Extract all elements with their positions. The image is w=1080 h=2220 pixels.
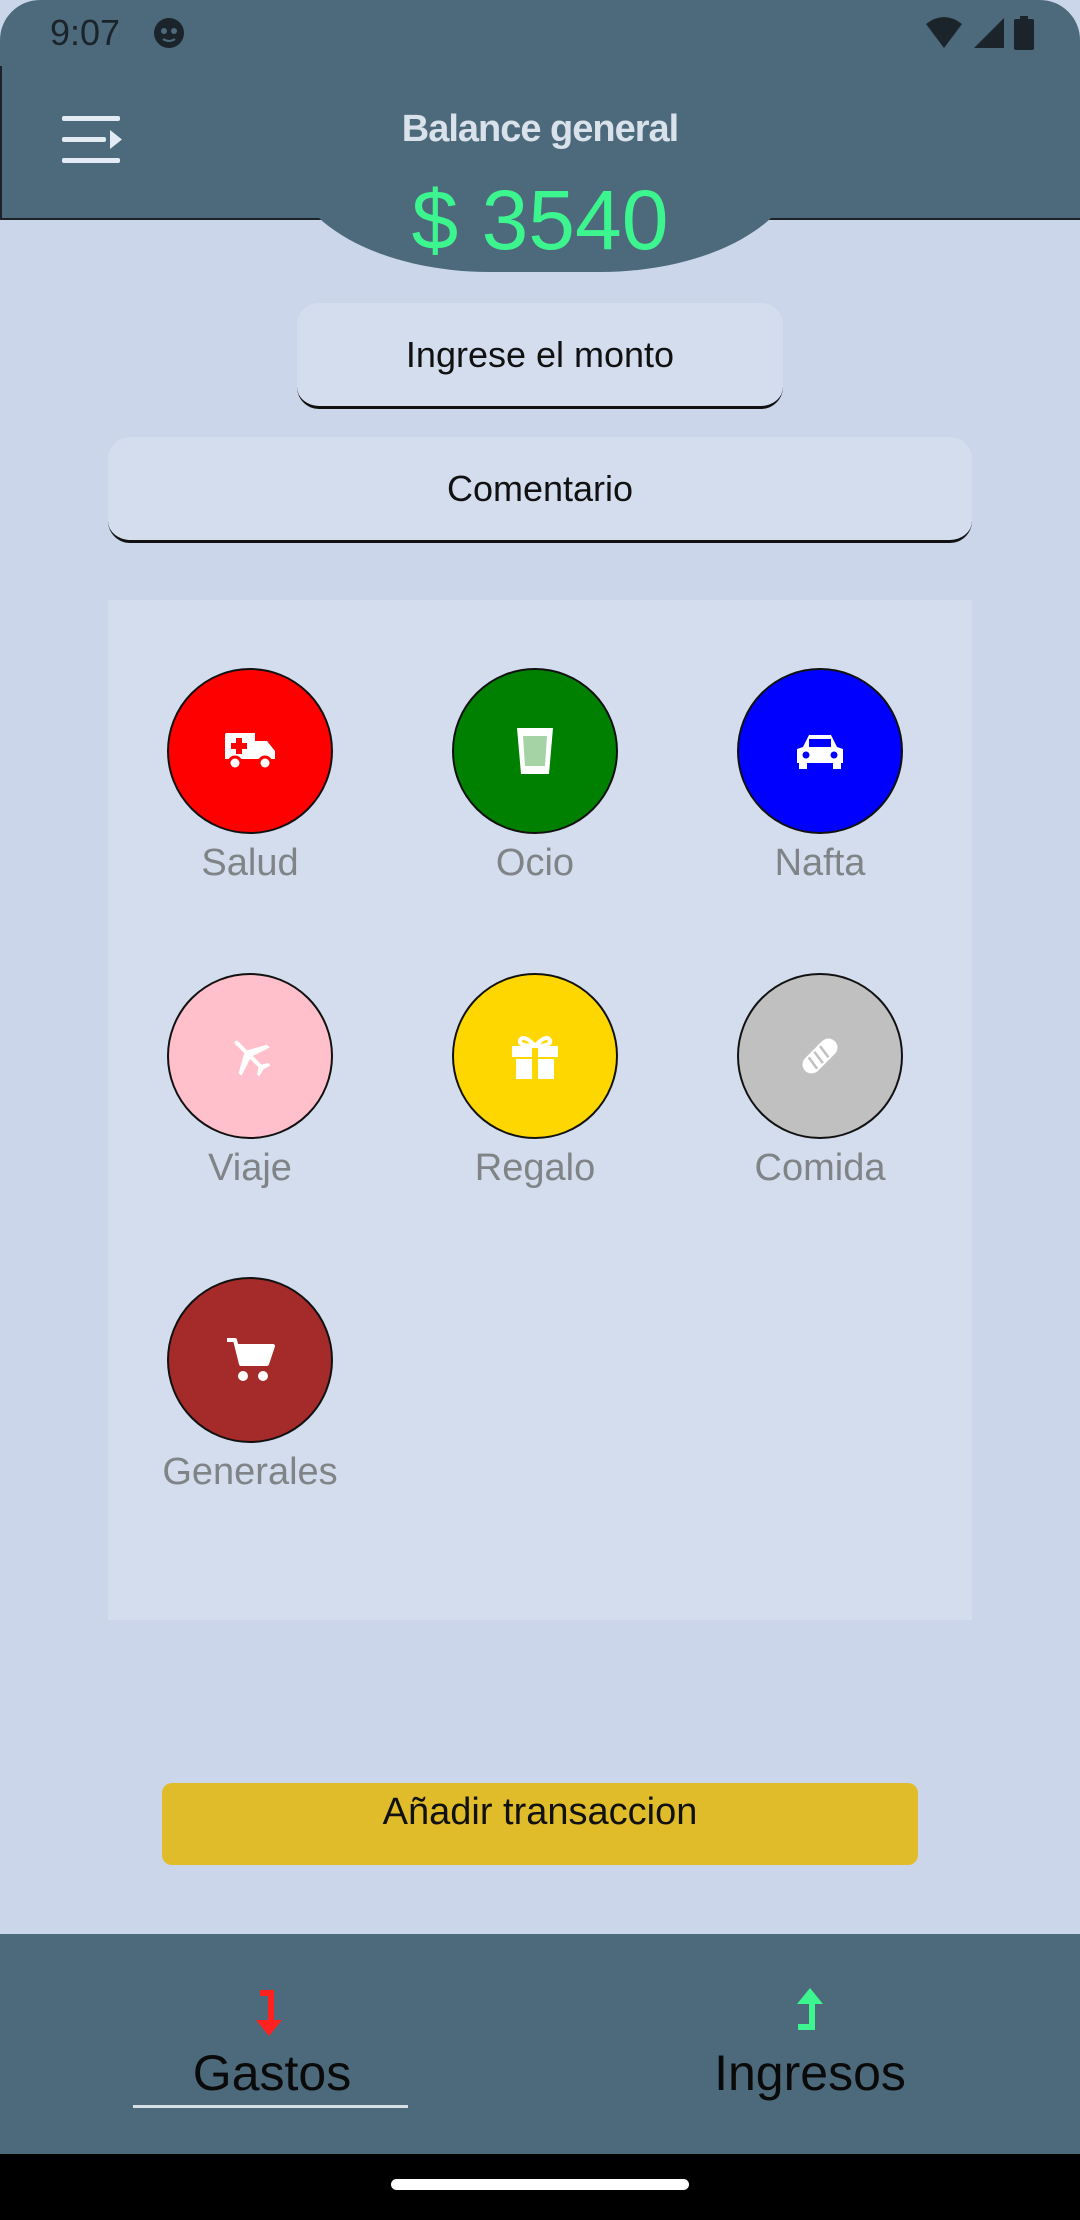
status-icons — [924, 16, 1034, 50]
comment-input[interactable]: Comentario — [108, 437, 972, 543]
car-icon — [797, 735, 843, 769]
tab-ingresos[interactable]: Ingresos — [660, 1934, 960, 2154]
category-label: Comida — [754, 1147, 886, 1189]
category-label: Nafta — [774, 842, 866, 884]
arrow-up-icon — [797, 1988, 823, 2030]
wifi-icon — [926, 17, 962, 48]
category-circle[interactable] — [452, 668, 618, 834]
add-transaction-button[interactable]: Añadir transaccion — [162, 1783, 918, 1865]
status-bar: 9:07 — [0, 0, 1080, 66]
category-circle[interactable] — [737, 668, 903, 834]
category-label: Salud — [201, 842, 299, 884]
category-label: Generales — [162, 1451, 338, 1493]
category-label: Regalo — [474, 1147, 596, 1189]
home-gesture-bar[interactable] — [391, 2179, 689, 2190]
amount-placeholder: Ingrese el monto — [405, 333, 675, 375]
ambulance-icon — [225, 733, 275, 771]
bottom-nav: Gastos Ingresos — [0, 1934, 1080, 2154]
category-label: Viaje — [208, 1147, 292, 1189]
tab-gastos[interactable]: Gastos — [122, 1934, 422, 2154]
battery-icon — [1014, 16, 1034, 50]
category-comida[interactable]: Comida — [720, 973, 920, 1190]
status-time: 9:07 — [50, 12, 121, 53]
category-circle[interactable] — [452, 973, 618, 1139]
comment-placeholder: Comentario — [446, 467, 634, 509]
category-circle[interactable] — [737, 973, 903, 1139]
plane-icon — [234, 1040, 271, 1077]
notification-icon — [154, 18, 184, 48]
category-salud[interactable]: Salud — [150, 668, 350, 885]
balance-title: Balance general — [401, 108, 679, 150]
signal-icon — [974, 18, 1004, 48]
category-ocio[interactable]: Ocio — [435, 668, 635, 885]
tab-label: Ingresos — [714, 2045, 906, 2101]
category-circle[interactable] — [167, 668, 333, 834]
category-grid: Salud Ocio Nafta Viaje Regalo Comida Gen… — [108, 600, 972, 1620]
amount-input[interactable]: Ingrese el monto — [297, 303, 783, 409]
cart-icon — [227, 1338, 275, 1381]
category-regalo[interactable]: Regalo — [435, 973, 635, 1190]
selected-tab-indicator — [133, 2105, 408, 2108]
arrow-down-icon — [256, 1990, 282, 2036]
category-viaje[interactable]: Viaje — [150, 973, 350, 1190]
category-generales[interactable]: Generales — [150, 1277, 350, 1494]
category-circle[interactable] — [167, 1277, 333, 1443]
gift-icon — [512, 1036, 558, 1079]
tab-label: Gastos — [192, 2045, 352, 2101]
category-circle[interactable] — [167, 973, 333, 1139]
category-label: Ocio — [495, 842, 575, 884]
drink-icon — [517, 728, 553, 774]
balance-amount: $ 3540 — [411, 173, 669, 267]
category-nafta[interactable]: Nafta — [720, 668, 920, 885]
bread-icon — [802, 1038, 838, 1074]
